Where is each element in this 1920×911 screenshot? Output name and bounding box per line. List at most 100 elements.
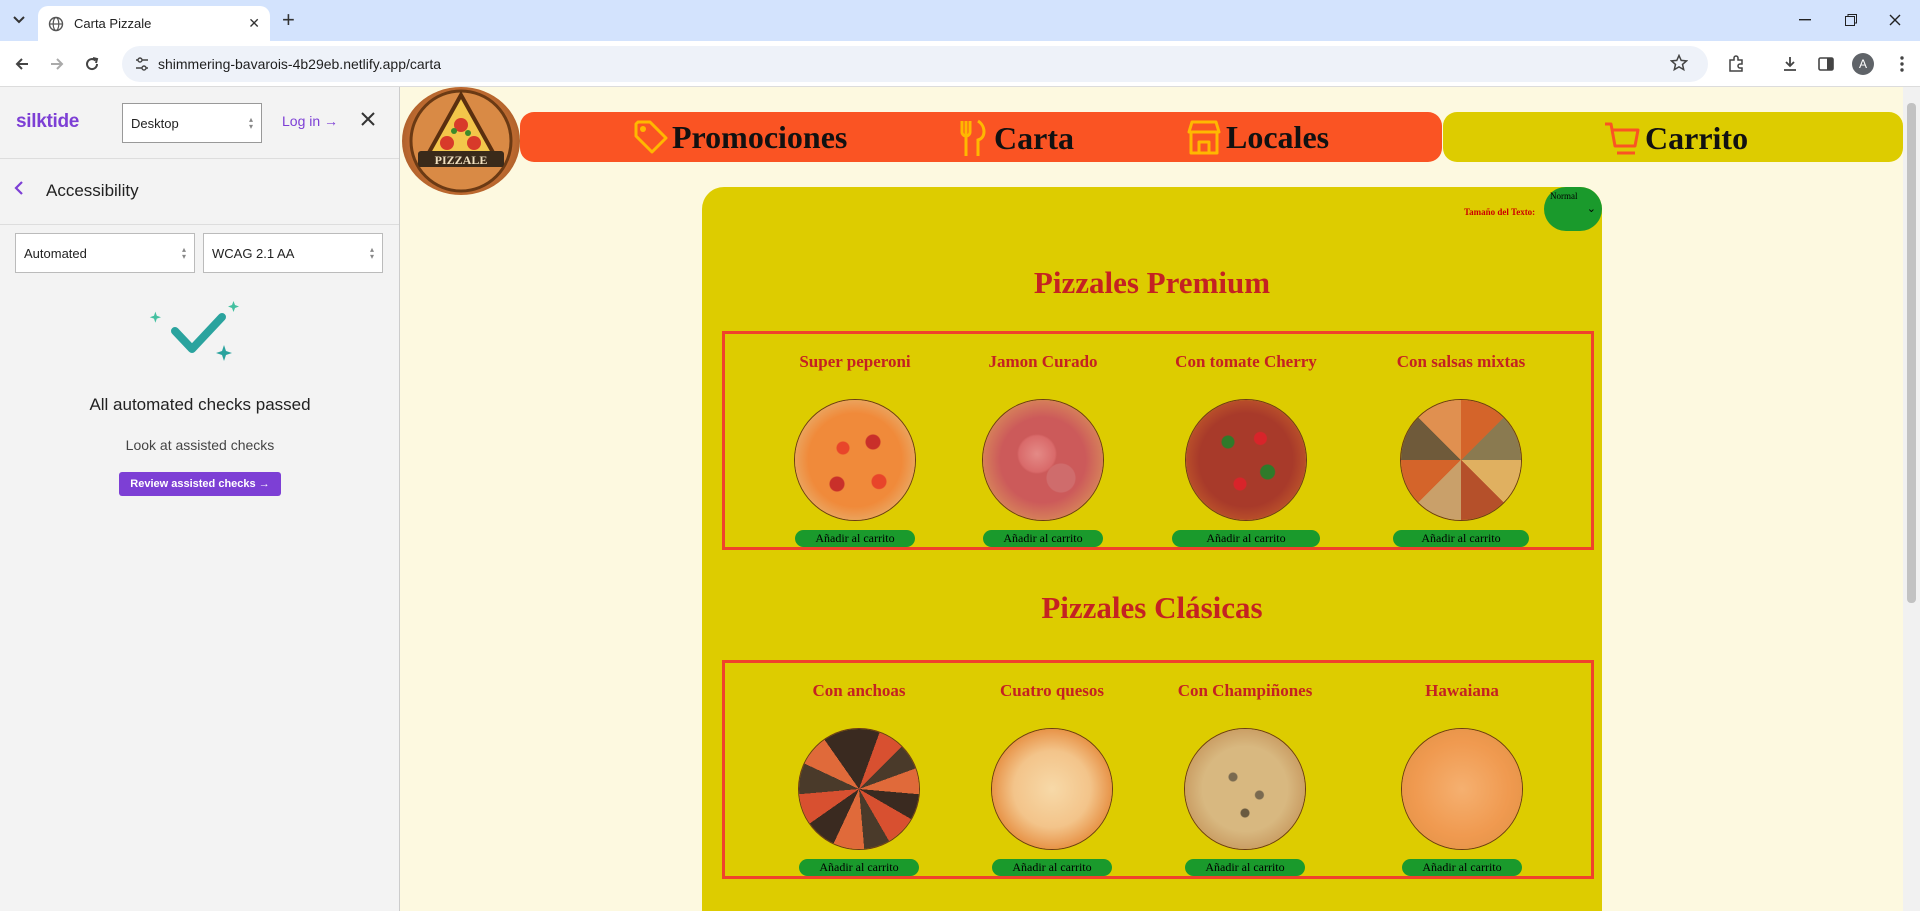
arrow-right-icon: → [258,478,270,490]
assisted-checks-link[interactable]: Look at assisted checks [0,437,400,453]
menu-content: Tamaño del Texto: Normal ⌄ Pizzales Prem… [702,187,1602,911]
standard-select[interactable]: WCAG 2.1 AA ▴ ▾ [203,233,383,273]
side-panel-button[interactable] [1812,50,1840,78]
scrollbar-thumb[interactable] [1907,103,1916,603]
nav-carta-label: Carta [994,119,1074,156]
nav-promociones[interactable]: Promociones [632,118,847,156]
close-window-button[interactable] [1880,8,1910,32]
download-icon [1784,57,1796,71]
accessibility-header: Accessibility [0,159,399,225]
nav-locales[interactable]: Locales [1186,118,1329,156]
kebab-menu-icon [1900,56,1904,72]
arrow-right-icon [51,58,64,70]
forward-button[interactable] [43,50,71,78]
site-info-icon[interactable] [134,56,150,72]
close-icon [361,112,375,126]
site-logo[interactable]: PIZZALE [402,87,520,195]
mode-select-value: Automated [24,246,87,261]
pizza-image [799,729,919,849]
checks-passed-text: All automated checks passed [89,395,311,414]
globe-icon [48,16,64,32]
chevron-down-icon: ⌄ [1586,203,1596,215]
webpage: PIZZALE Promociones Carta Locales Carrit… [400,87,1903,911]
profile-avatar[interactable]: A [1852,53,1874,75]
silktide-panel: silktide Desktop ▴ ▾ Log in → Accessibili… [0,87,400,911]
pizza-image [1186,400,1306,520]
nav-locales-label: Locales [1226,118,1330,155]
success-checkmark-icon [0,299,400,374]
browser-menu-button[interactable] [1888,50,1916,78]
device-select-value: Desktop [131,116,179,131]
address-bar[interactable]: shimmering-bavarois-4b29eb.netlify.app/c… [122,46,1708,82]
nav-carta[interactable]: Carta [958,118,1074,158]
tab-search-button[interactable] [6,8,32,32]
nav-carrito[interactable]: Carrito [1603,118,1748,158]
product-name: Cuatro quesos [999,681,1105,700]
silktide-logo: silktide [16,111,80,132]
add-to-cart-button[interactable]: Añadir al carrito [799,859,919,876]
device-select[interactable]: Desktop ▴ ▾ [122,103,262,143]
browser-toolbar: shimmering-bavarois-4b29eb.netlify.app/c… [0,41,1920,87]
restore-icon [1845,14,1857,26]
text-size-label: Tamaño del Texto: [1464,207,1536,217]
silktide-header: silktide Desktop ▴ ▾ Log in → [0,87,399,159]
main-nav: Promociones Carta Locales [520,112,1442,162]
add-to-cart-button[interactable]: Añadir al carrito [992,859,1112,876]
pizza-image [983,400,1103,520]
premium-grid: Super peperoni Añadir al carrito Jamon C… [722,331,1594,550]
nav-carrito-label: Carrito [1645,119,1749,156]
product-name: Con anchoas [812,681,906,700]
extensions-button[interactable] [1722,50,1750,78]
standard-select-value: WCAG 2.1 AA [212,246,295,261]
pizza-image [1402,729,1522,849]
updown-icon: ▴ ▾ [181,245,186,261]
add-to-cart-button[interactable]: Añadir al carrito [1185,859,1305,876]
url-text: shimmering-bavarois-4b29eb.netlify.app/c… [158,56,441,72]
minimize-button[interactable] [1790,8,1820,32]
section-title-classic: Pizzales Clásicas [1041,590,1263,625]
back-chevron-icon[interactable] [14,179,24,202]
tab-close-icon[interactable]: ✕ [248,15,260,32]
reload-button[interactable] [78,50,106,78]
pizza-image [992,729,1112,849]
text-size-value: Normal [1550,191,1578,201]
bookmark-star-icon[interactable] [1669,53,1689,75]
utensils-icon [960,119,986,156]
product-name: Con salsas mixtas [1396,352,1526,371]
panel-close-button[interactable] [360,107,376,133]
back-button[interactable] [8,50,36,78]
login-label: Log in [282,113,321,129]
add-to-cart-button[interactable]: Añadir al carrito [1172,530,1320,547]
arrow-left-icon [15,58,28,70]
browser-tab-bar: Carta Pizzale ✕ + [0,0,1920,41]
close-icon [1889,14,1901,26]
reload-icon [86,57,99,71]
login-link[interactable]: Log in → [282,113,338,129]
page-scrollbar[interactable] [1903,87,1920,911]
browser-tab[interactable]: Carta Pizzale ✕ [38,6,270,41]
cart-nav[interactable]: Carrito [1443,112,1903,162]
product-name: Con tomate Cherry [1175,352,1317,371]
mode-select[interactable]: Automated ▴ ▾ [15,233,195,273]
add-to-cart-button[interactable]: Añadir al carrito [983,530,1103,547]
pizza-image [795,400,915,520]
accessibility-title: Accessibility [46,181,139,200]
restore-button[interactable] [1836,8,1866,32]
product-name: Jamon Curado [988,352,1098,371]
logo-text: PIZZALE [435,153,488,167]
product-name: Con Champiñones [1177,681,1313,700]
add-to-cart-button[interactable]: Añadir al carrito [1402,859,1522,876]
review-assisted-button[interactable]: Review assisted checks → [119,472,281,496]
minimize-icon [1799,19,1811,21]
store-icon [1187,120,1221,155]
text-size-select[interactable]: Normal ⌄ [1544,187,1602,231]
review-button-label: Review assisted checks [130,478,256,490]
add-to-cart-button[interactable]: Añadir al carrito [795,530,915,547]
downloads-button[interactable] [1776,50,1804,78]
product-name: Hawaiana [1425,681,1499,700]
puzzle-icon [1729,55,1743,72]
nav-promociones-label: Promociones [672,118,848,155]
new-tab-button[interactable]: + [282,8,295,32]
add-to-cart-button[interactable]: Añadir al carrito [1393,530,1529,547]
chevron-down-icon [13,16,25,24]
